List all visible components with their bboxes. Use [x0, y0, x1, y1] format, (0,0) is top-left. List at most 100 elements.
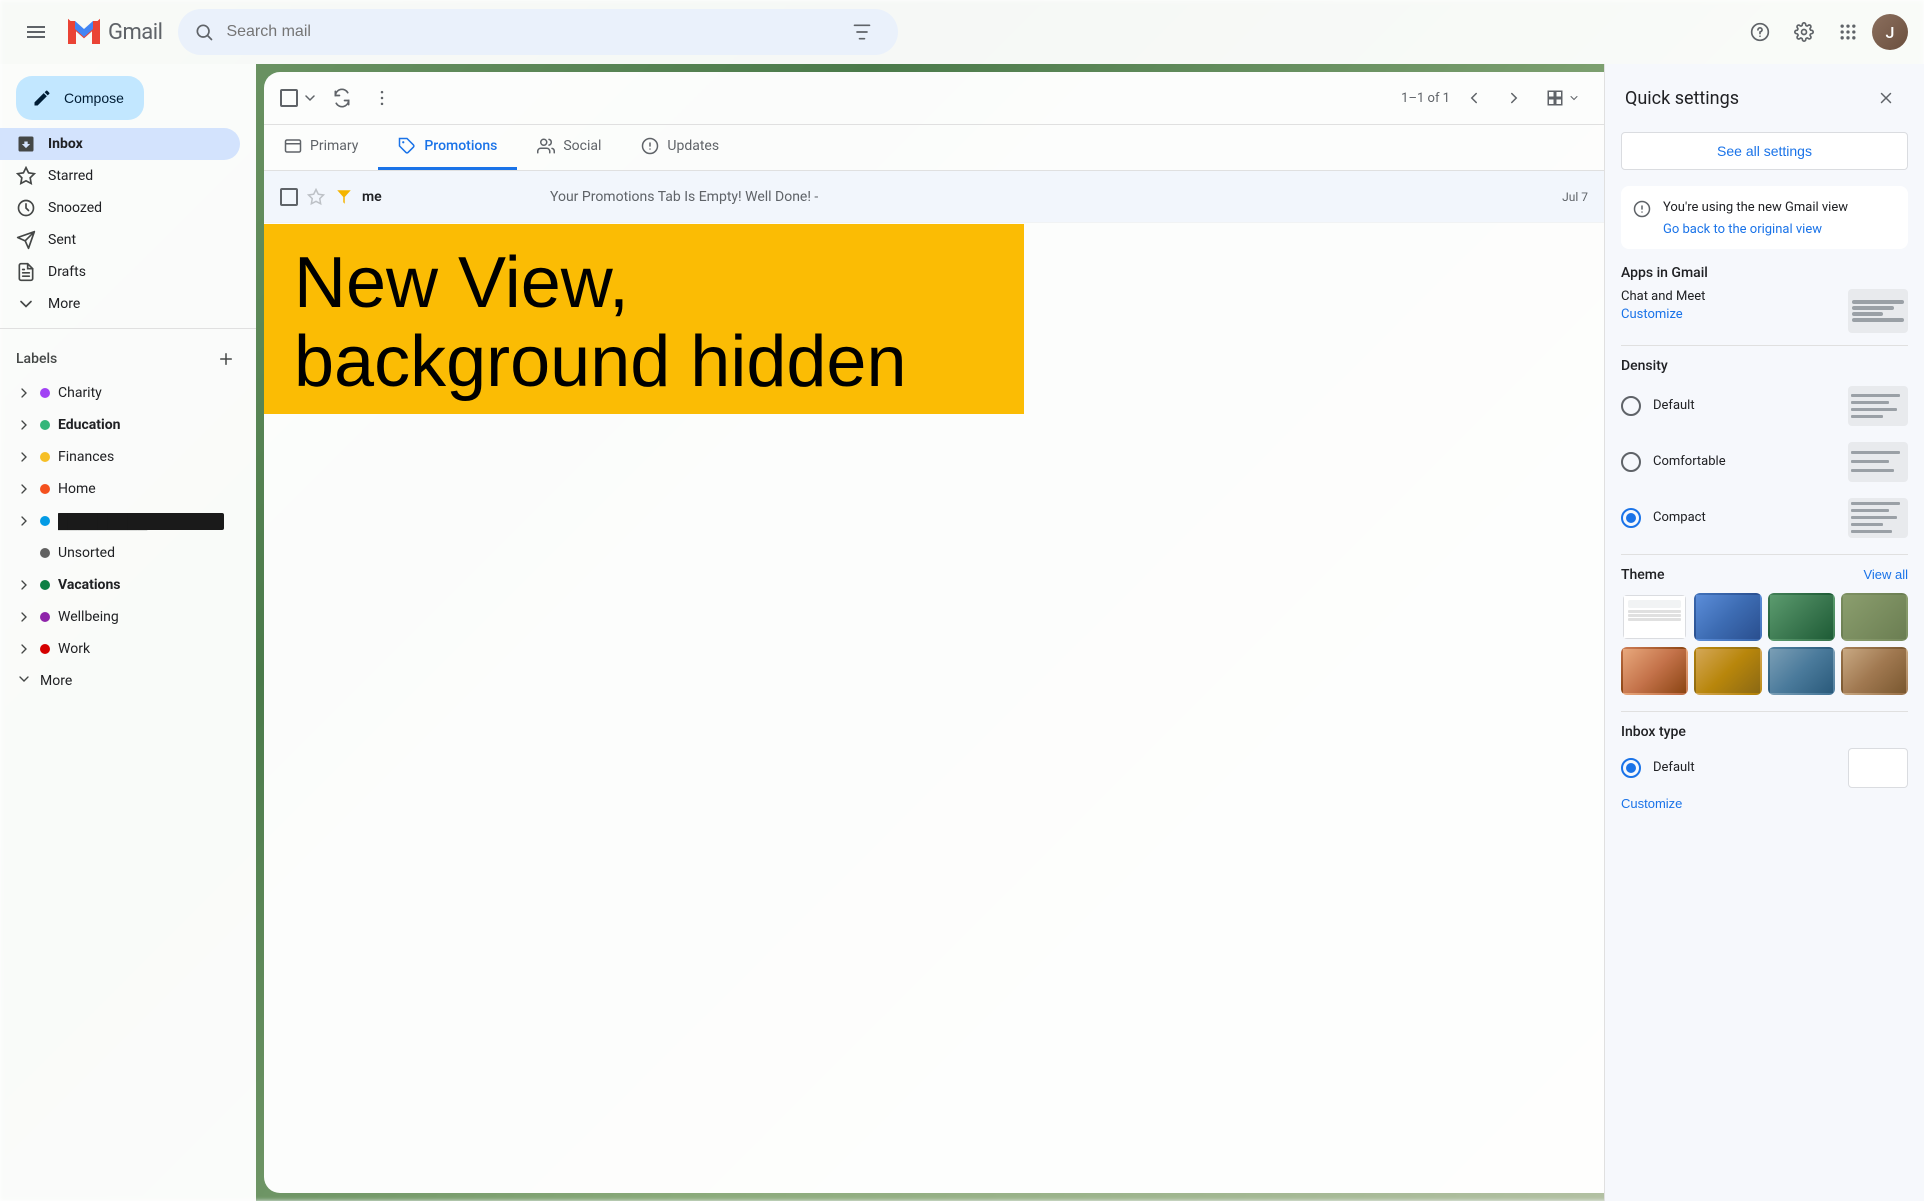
label-color-dot: [40, 644, 50, 654]
tab-social-label: Social: [563, 138, 601, 154]
preview-line: [1852, 312, 1883, 316]
hamburger-menu-button[interactable]: [16, 12, 56, 52]
email-importance-marker[interactable]: [334, 187, 354, 207]
label-item-work[interactable]: Work: [0, 633, 240, 665]
label-item-more[interactable]: More: [0, 665, 240, 697]
labels-title: Labels: [16, 351, 57, 367]
label-item-home[interactable]: Home: [0, 473, 240, 505]
density-radio-default[interactable]: [1621, 396, 1641, 416]
expand-arrow-icon: [16, 641, 32, 657]
tag-icon: [398, 137, 416, 155]
search-input[interactable]: [226, 23, 830, 41]
density-radio-comfortable[interactable]: [1621, 452, 1641, 472]
help-button[interactable]: [1740, 12, 1780, 52]
density-label-default: Default: [1653, 398, 1836, 413]
theme-section-header: Theme: [1621, 567, 1665, 583]
pencil-icon: [32, 88, 52, 108]
select-all-checkbox[interactable]: [280, 89, 298, 107]
density-label-comfortable: Comfortable: [1653, 454, 1836, 469]
gmail-logo-text: Gmail: [108, 20, 162, 45]
view-icon: [1546, 89, 1564, 107]
label-item-redacted[interactable]: █████████: [0, 505, 240, 537]
inbox-customize-button[interactable]: Customize: [1621, 796, 1682, 811]
see-all-settings-button[interactable]: See all settings: [1621, 132, 1908, 170]
compose-button[interactable]: Compose: [16, 76, 144, 120]
tab-promotions[interactable]: Promotions: [378, 125, 517, 170]
tab-updates[interactable]: Updates: [621, 125, 739, 170]
sidebar-item-starred[interactable]: Starred: [0, 160, 240, 192]
search-icon: [194, 22, 214, 42]
expand-arrow-icon: [16, 449, 32, 465]
add-label-button[interactable]: [212, 345, 240, 373]
theme-item-desert[interactable]: [1694, 647, 1761, 695]
preview-line: [1851, 401, 1889, 404]
tab-primary[interactable]: Primary: [264, 125, 378, 170]
label-item-unsorted[interactable]: Unsorted: [0, 537, 240, 569]
label-item-finances[interactable]: Finances: [0, 441, 240, 473]
email-row[interactable]: me Your Promotions Tab Is Empty! Well Do…: [264, 171, 1604, 223]
sidebar-item-sent[interactable]: Sent: [0, 224, 240, 256]
tabs-bar: Primary Promotions: [264, 125, 1604, 171]
view-selector-button[interactable]: [1538, 85, 1588, 111]
inbox-type-radio-default[interactable]: [1621, 758, 1641, 778]
theme-item-canyon[interactable]: [1841, 647, 1908, 695]
search-bar: [178, 9, 898, 55]
next-page-button[interactable]: [1498, 82, 1530, 114]
email-star-button[interactable]: [306, 187, 326, 207]
prev-page-button[interactable]: [1458, 82, 1490, 114]
density-option-comfortable[interactable]: Comfortable: [1621, 438, 1908, 486]
sidebar-item-inbox[interactable]: Inbox: [0, 128, 240, 160]
compose-label: Compose: [64, 90, 124, 106]
more-toolbar-button[interactable]: [364, 80, 400, 116]
label-item-vacations[interactable]: Vacations: [0, 569, 240, 601]
top-bar-right: J: [1740, 12, 1908, 52]
theme-item-mountains[interactable]: [1841, 593, 1908, 641]
theme-item-default[interactable]: [1621, 593, 1688, 641]
label-name: Vacations: [58, 577, 224, 593]
settings-button[interactable]: [1784, 12, 1824, 52]
theme-item-lake[interactable]: [1768, 647, 1835, 695]
label-color-dot: [40, 580, 50, 590]
apps-customize-link[interactable]: Customize: [1621, 307, 1683, 322]
label-item-wellbeing[interactable]: Wellbeing: [0, 601, 240, 633]
email-checkbox[interactable]: [280, 188, 298, 206]
inbox-type-default-row[interactable]: Default: [1621, 748, 1908, 788]
annotation-overlay: New View, background hidden: [264, 224, 1024, 414]
refresh-button[interactable]: [324, 80, 360, 116]
preview-line: [1852, 300, 1904, 304]
density-preview-compact: [1848, 498, 1908, 538]
preview-line: [1851, 460, 1889, 463]
sidebar-item-drafts[interactable]: Drafts: [0, 256, 240, 288]
search-filter-button[interactable]: [842, 12, 882, 52]
label-item-charity[interactable]: Charity: [0, 377, 240, 409]
preview-line: [1851, 451, 1900, 454]
sidebar-item-more-nav[interactable]: More: [0, 288, 240, 320]
theme-item-forest[interactable]: [1768, 593, 1835, 641]
theme-item-ocean[interactable]: [1694, 593, 1761, 641]
user-avatar[interactable]: J: [1872, 14, 1908, 50]
label-name: Home: [58, 481, 224, 497]
quick-settings-title: Quick settings: [1625, 88, 1739, 109]
dropdown-arrow-icon: [1568, 92, 1580, 104]
theme-item-sunset[interactable]: [1621, 647, 1688, 695]
quick-settings-close-button[interactable]: [1868, 80, 1904, 116]
sidebar-item-snoozed[interactable]: Snoozed: [0, 192, 240, 224]
chevron-down-icon: [16, 294, 36, 314]
select-dropdown-button[interactable]: [300, 88, 320, 108]
email-sender: me: [362, 189, 542, 205]
apps-section-header: Apps in Gmail: [1621, 265, 1908, 281]
email-date: Jul 7: [1562, 190, 1588, 204]
view-all-themes-button[interactable]: View all: [1863, 567, 1908, 582]
apps-button[interactable]: [1828, 12, 1868, 52]
theme-lines: [1628, 610, 1681, 621]
density-radio-compact[interactable]: [1621, 508, 1641, 528]
tab-primary-label: Primary: [310, 138, 358, 154]
preview-line: [1852, 318, 1904, 322]
tab-social[interactable]: Social: [517, 125, 621, 170]
expand-arrow-down-icon: [16, 671, 32, 691]
density-option-default[interactable]: Default: [1621, 382, 1908, 430]
go-back-link[interactable]: Go back to the original view: [1663, 222, 1848, 237]
density-option-compact[interactable]: Compact: [1621, 494, 1908, 542]
label-item-education[interactable]: Education: [0, 409, 240, 441]
preview-line: [1851, 469, 1894, 472]
